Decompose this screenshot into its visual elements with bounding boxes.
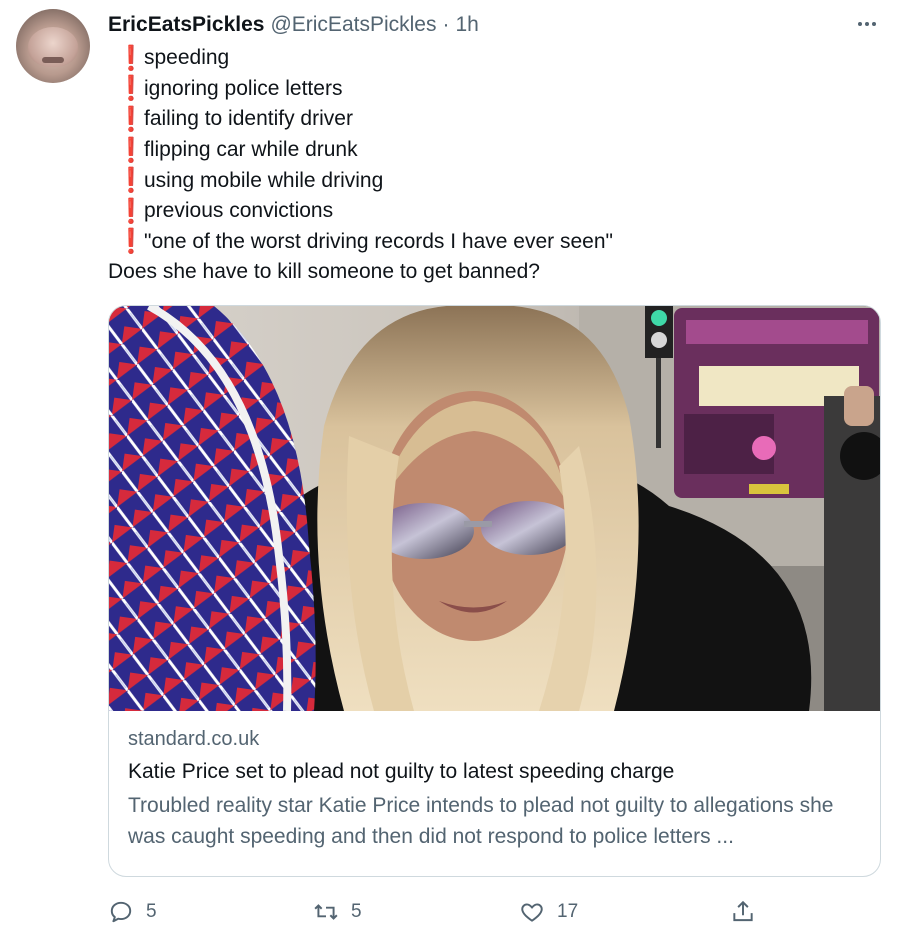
heart-icon (521, 903, 543, 922)
like-button[interactable]: 17 (519, 895, 578, 929)
bullet-line: ❗ ignoring police letters (108, 74, 868, 105)
share-button[interactable] (730, 895, 756, 929)
bullet-line: ❗ using mobile while driving (108, 165, 868, 196)
action-bar: 5 5 17 (108, 895, 768, 929)
exclamation-icon: ❗ (116, 228, 146, 256)
exclamation-icon: ❗ (116, 75, 146, 103)
bullet-line: ❗ "one of the worst driving records I ha… (108, 227, 868, 258)
tweet[interactable]: EricEatsPickles @EricEatsPickles · 1h ❗ … (0, 0, 900, 944)
exclamation-icon: ❗ (116, 167, 146, 195)
more-horizontal-icon-dot (872, 22, 876, 26)
reply-icon (110, 901, 132, 923)
bullet-line: ❗ failing to identify driver (108, 104, 868, 135)
bullet-text: previous convictions (144, 199, 334, 223)
card-image[interactable] (109, 306, 880, 711)
tweet-question: Does she have to kill someone to get ban… (108, 260, 540, 284)
like-count: 17 (557, 901, 579, 922)
more-horizontal-icon-dot (865, 22, 869, 26)
exclamation-icon: ❗ (116, 44, 146, 72)
user-handle[interactable]: @EricEatsPickles (270, 11, 436, 39)
tweet-header: EricEatsPickles @EricEatsPickles · 1h (108, 10, 479, 40)
card-description: Troubled reality star Katie Price intend… (128, 794, 834, 848)
separator-dot: · (442, 13, 450, 36)
card-domain: standard.co.uk (128, 728, 260, 750)
bullet-line: ❗ speeding (108, 43, 868, 74)
tweet-text: ❗ speeding ❗ ignoring police letters ❗ f… (108, 43, 868, 287)
display-name[interactable]: EricEatsPickles (108, 11, 264, 39)
bullet-line: ❗ flipping car while drunk (108, 135, 868, 166)
bullet-text: using mobile while driving (144, 168, 384, 192)
bullet-text: ignoring police letters (144, 76, 343, 100)
bullet-text: flipping car while drunk (144, 138, 358, 162)
tweet-timestamp[interactable]: 1h (455, 11, 478, 39)
bullet-text: speeding (144, 46, 230, 70)
retweet-icon (314, 904, 338, 920)
reply-count: 5 (146, 901, 157, 922)
link-preview-card[interactable]: standard.co.uk Katie Price set to plead … (108, 305, 881, 877)
share-icon (733, 900, 753, 922)
retweet-count: 5 (351, 901, 362, 922)
bullet-text: "one of the worst driving records I have… (144, 229, 613, 253)
reply-button[interactable]: 5 (108, 895, 157, 929)
bullet-text: failing to identify driver (144, 107, 353, 131)
exclamation-icon: ❗ (116, 197, 146, 225)
card-title: Katie Price set to plead not guilty to l… (128, 760, 675, 783)
exclamation-icon: ❗ (116, 136, 146, 164)
retweet-button[interactable]: 5 (313, 895, 362, 929)
card-body: standard.co.uk Katie Price set to plead … (128, 724, 864, 852)
bullet-line: ❗ previous convictions (108, 196, 868, 227)
exclamation-icon: ❗ (116, 105, 146, 133)
avatar[interactable] (16, 9, 90, 83)
more-options-button[interactable] (852, 12, 882, 36)
card-photo (109, 306, 880, 711)
avatar-mouth (42, 57, 64, 63)
more-horizontal-icon (858, 22, 862, 26)
